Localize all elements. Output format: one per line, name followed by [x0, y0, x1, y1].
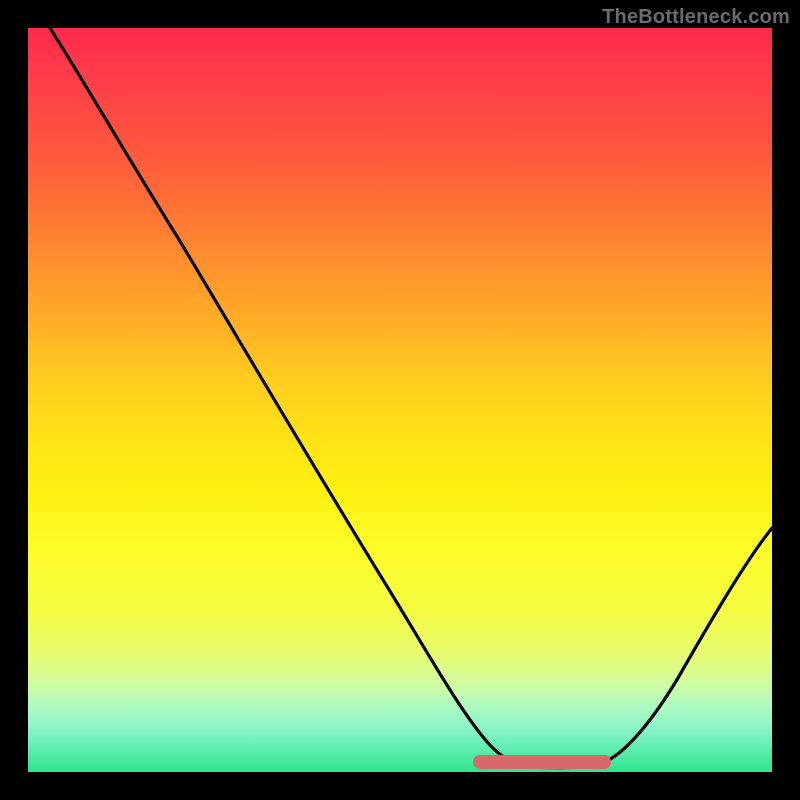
bottleneck-curve [50, 28, 772, 768]
chart-container: TheBottleneck.com [0, 0, 800, 800]
plot-area [28, 28, 772, 772]
watermark-text: TheBottleneck.com [602, 6, 790, 29]
curve-svg [28, 28, 772, 772]
